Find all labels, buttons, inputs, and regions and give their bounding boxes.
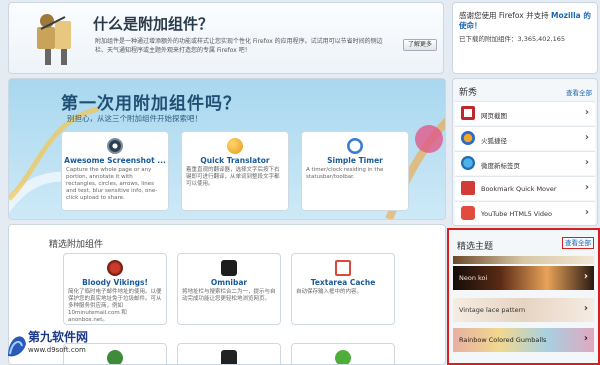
hero-title: 第一次用附加组件吗？ <box>61 94 241 114</box>
hero-card-desc: Capture the whole page or any portion, a… <box>66 167 158 201</box>
download-count: 已下载的附加组件：3,365,402,165 <box>459 35 566 43</box>
chevron-right-icon: › <box>584 107 589 118</box>
featured-themes-panel: 精选主题 查看全部 Neon koi › Vintage lace patter… <box>447 228 600 365</box>
new-see-all-link[interactable]: 查看全部 <box>566 87 592 97</box>
new-item[interactable]: YouTube HTML5 Video › <box>455 201 595 225</box>
featured-card-vikings[interactable]: Bloody Vikings! 简化了临时电子邮件地址的使用。以便保护您的真实地… <box>63 253 167 325</box>
featured-title: 精选附加组件 <box>49 240 104 250</box>
chevron-right-icon: › <box>584 132 589 143</box>
featured-card-desc: 将地址栏与搜索栏合二为一，提示与自动完成功能让您更轻松地浏览网页。 <box>182 289 276 302</box>
stopwatch-icon <box>347 138 363 154</box>
new-item-label: Bookmark Quick Mover <box>481 185 557 193</box>
banner-description: 附加组件是一种通过增添额外的功能或样式让您实现个性化 Firefox 的应用程序… <box>95 38 383 54</box>
chevron-right-icon: › <box>583 271 588 282</box>
hero-card-name[interactable]: Simple Timer <box>302 156 408 165</box>
thanks-text: 感谢您使用 Firefox 并支持 Mozilla 的使命！ <box>459 11 593 31</box>
hero-card-name[interactable]: Awesome Screenshot ... <box>62 156 168 165</box>
featured-card-name[interactable]: Textarea Cache <box>292 278 394 287</box>
site-watermark: 第九软件网 www.d9soft.com <box>2 324 112 364</box>
newtab-icon <box>461 156 475 170</box>
first-time-hero: 第一次用附加组件吗？ 别担心，从这三个附加组件开始探索吧！ Awesome Sc… <box>8 78 446 220</box>
new-item[interactable]: 火狐捷径 › <box>455 126 595 150</box>
camera-lens-icon <box>107 138 123 154</box>
watermark-name: 第九软件网 <box>28 330 89 344</box>
new-addons-panel: 新秀 查看全部 网页截图 › 火狐捷径 › 微度新标签页 › Bookmark … <box>452 78 598 226</box>
chevron-right-icon: › <box>583 333 588 344</box>
theme-item[interactable]: Vintage lace pattern › <box>453 298 594 322</box>
hero-card-desc: A timer/clock residing in the statusbar/… <box>306 167 384 180</box>
chevron-right-icon: › <box>584 157 589 168</box>
new-item[interactable]: 微度新标签页 › <box>455 151 595 175</box>
featured-card-name[interactable]: Omnibar <box>178 278 280 287</box>
chevron-right-icon: › <box>584 207 589 218</box>
hero-card-name[interactable]: Quick Translator <box>182 156 288 165</box>
featured-card-next-3[interactable] <box>291 343 395 364</box>
theme-item-label: Rainbow Colored Gumballs <box>459 336 547 344</box>
hero-card-translator[interactable]: Quick Translator 着重直观的翻译器，选择文字后按下右键即可进行翻… <box>181 131 289 211</box>
new-panel-title: 新秀 <box>459 88 478 98</box>
watermark-url: www.d9soft.com <box>28 346 86 354</box>
translator-globe-icon <box>227 138 243 154</box>
theme-item-label: Neon koi <box>459 274 488 282</box>
youtube-icon <box>461 206 475 220</box>
d9soft-logo-icon <box>8 336 26 357</box>
featured-card-omnibar[interactable]: Omnibar 将地址栏与搜索栏合二为一，提示与自动完成功能让您更轻松地浏览网页… <box>177 253 281 325</box>
chevron-right-icon: › <box>584 182 589 193</box>
viking-helmet-icon <box>107 260 123 276</box>
omnibar-icon <box>221 260 237 276</box>
crop-icon <box>461 106 475 120</box>
hero-card-desc: 着重直观的翻译器，选择文字后按下右键即可进行翻译，从单词到整段文字都可以使用。 <box>186 167 280 187</box>
addons-puzzle-logo-icon <box>37 14 71 65</box>
new-item-label: 网页截图 <box>481 112 507 120</box>
theme-item[interactable] <box>453 256 594 264</box>
new-item-label: YouTube HTML5 Video <box>481 210 552 218</box>
new-item-label: 微度新标签页 <box>481 162 520 170</box>
hero-card-screenshot[interactable]: Awesome Screenshot ... Capture the whole… <box>61 131 169 211</box>
dark-square-icon <box>221 350 237 364</box>
new-item[interactable]: 网页截图 › <box>455 101 595 125</box>
themes-see-all-link[interactable]: 查看全部 <box>562 237 594 249</box>
theme-item[interactable]: Rainbow Colored Gumballs › <box>453 328 594 352</box>
featured-card-next-2[interactable] <box>177 343 281 364</box>
featured-card-textarea[interactable]: Textarea Cache 自动保存输入框中的内容。 <box>291 253 395 325</box>
banner-title: 什么是附加组件？ <box>93 15 214 33</box>
thanks-prefix: 感谢您使用 Firefox 并支持 <box>459 11 551 20</box>
new-item[interactable]: Bookmark Quick Mover › <box>455 176 595 200</box>
what-are-addons-banner: 什么是附加组件？ 附加组件是一种通过增添额外的功能或样式让您实现个性化 Fire… <box>8 2 444 74</box>
textarea-cache-icon <box>335 260 351 276</box>
learn-more-button[interactable]: 了解更多 <box>403 39 438 51</box>
shortcut-icon <box>461 131 475 145</box>
bookmark-icon <box>461 181 475 195</box>
featured-card-desc: 自动保存输入框中的内容。 <box>296 289 363 295</box>
hero-card-timer[interactable]: Simple Timer A timer/clock residing in t… <box>301 131 409 211</box>
theme-item-label: Vintage lace pattern <box>459 306 526 314</box>
hero-subtitle: 别担心，从这三个附加组件开始探索吧！ <box>67 114 202 123</box>
featured-card-name[interactable]: Bloody Vikings! <box>64 278 166 287</box>
themes-panel-title: 精选主题 <box>457 242 494 252</box>
theme-item[interactable]: Neon koi › <box>453 266 594 290</box>
chevron-right-icon: › <box>583 303 588 314</box>
stats-panel: 感谢您使用 Firefox 并支持 Mozilla 的使命！ 已下载的附加组件：… <box>452 2 598 74</box>
featured-card-desc: 简化了临时电子邮件地址的使用。以便保护您的真实地址免于垃圾邮件。可从多种服务供应… <box>68 289 162 323</box>
green-arrow-down-icon <box>335 350 351 364</box>
new-item-label: 火狐捷径 <box>481 137 507 145</box>
